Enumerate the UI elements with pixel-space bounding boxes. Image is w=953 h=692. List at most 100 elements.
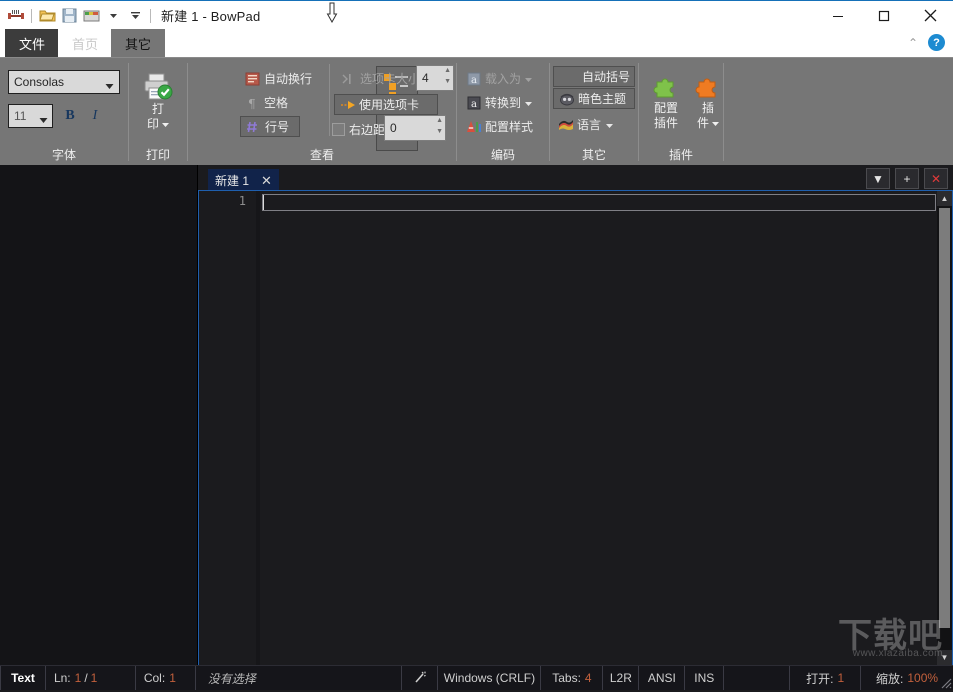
close-icon[interactable]: ✕ (261, 173, 272, 189)
close-tab-button[interactable]: ✕ (924, 168, 948, 189)
minimize-button[interactable] (815, 1, 861, 30)
italic-button[interactable]: I (85, 106, 105, 126)
window-controls (815, 1, 953, 30)
chevron-down-icon[interactable] (525, 72, 533, 86)
gutter-edge (256, 191, 260, 665)
tabs-dropdown-icon[interactable] (102, 5, 124, 27)
chevron-down-icon[interactable] (105, 79, 114, 93)
chevron-down-icon[interactable] (162, 117, 169, 132)
ribbon-group-other: 自动括号 暗色主题 语言 其它 (550, 58, 638, 166)
scroll-down-arrow-icon[interactable]: ▼ (937, 650, 952, 665)
dark-theme-toggle[interactable]: 暗色主题 (553, 88, 635, 109)
help-icon[interactable]: ? (928, 34, 945, 51)
configure-plugins-button[interactable]: 配置 插件 (642, 67, 690, 131)
status-ln-total: 1 (90, 671, 98, 685)
magic-wand-icon (413, 670, 427, 687)
stepper-arrows-icon[interactable]: ▲ ▼ (436, 117, 443, 135)
status-insert-mode[interactable]: INS (685, 666, 725, 690)
puzzle-piece-green-icon (651, 67, 681, 101)
tab-size-stepper[interactable]: 4 ▲ ▼ (416, 65, 454, 91)
chevron-down-icon[interactable] (525, 96, 533, 110)
status-tool-icon[interactable] (402, 666, 439, 690)
vertical-scrollbar[interactable]: ▲ ▼ (937, 191, 952, 665)
line-numbers-label: 行号 (265, 120, 290, 134)
status-line[interactable]: Ln: 1 / 1 (46, 666, 136, 690)
ribbon-tab-file[interactable]: 文件 (5, 29, 60, 57)
configure-plugins-label-2: 插件 (653, 116, 678, 130)
file-tree-panel[interactable] (0, 165, 198, 666)
status-col-value: 1 (169, 671, 176, 685)
hash-icon (245, 119, 262, 135)
print-button[interactable]: 打 印 (134, 68, 182, 132)
document-tab[interactable]: 新建 1 ✕ (208, 169, 279, 192)
open-file-icon[interactable] (36, 5, 58, 27)
right-margin-stepper[interactable]: 0 ▲ ▼ (384, 115, 446, 141)
status-open-count[interactable]: 打开: 1 (790, 666, 862, 690)
scrollbar-thumb[interactable] (939, 208, 950, 628)
language-button[interactable]: 语言 (553, 114, 635, 135)
qat-separator-1 (31, 8, 32, 23)
status-tabs-value: 4 (584, 671, 592, 685)
tab-arrow-icon (340, 71, 357, 87)
config-style-button[interactable]: 配置样式 (461, 116, 547, 137)
auto-brackets-label: 自动括号 (581, 70, 630, 84)
qat-separator-2 (150, 8, 151, 23)
print-label-line2: 印 (146, 117, 159, 131)
save-icon[interactable] (58, 5, 80, 27)
svg-text:¶: ¶ (248, 97, 256, 110)
text-editor[interactable]: 1 ▲ ▼ (198, 190, 953, 666)
load-as-button[interactable]: a 载入为 (461, 68, 547, 89)
status-doc-type[interactable]: Text (0, 666, 46, 690)
stepper-arrows-icon[interactable]: ▲ ▼ (444, 67, 451, 85)
mouse-cursor-icon (325, 1, 339, 24)
tab-size-value: 4 (422, 71, 429, 85)
close-button[interactable] (907, 1, 953, 30)
use-tabs-label: 使用选项卡 (359, 98, 420, 112)
ribbon-tab-other[interactable]: 其它 (111, 29, 166, 57)
font-size-value: 11 (14, 109, 27, 123)
printer-icon (141, 68, 175, 102)
use-tabs-toggle[interactable]: 使用选项卡 (334, 94, 438, 115)
status-selection[interactable]: 没有选择 (196, 666, 403, 690)
convert-to-button[interactable]: a 转换到 (461, 92, 547, 113)
ribbon-right-controls: ⌃ ? (908, 34, 945, 51)
right-margin-checkbox[interactable] (332, 123, 345, 136)
status-eol[interactable]: Windows (CRLF) (438, 666, 542, 690)
print-label-line1: 打 (151, 102, 164, 116)
status-open-label: 打开: (806, 671, 834, 686)
font-family-combobox[interactable]: Consolas (8, 70, 120, 94)
chevron-down-icon[interactable] (712, 116, 719, 131)
bowpad-window: 新建 1 - BowPad 文件 首页 其它 ⌃ ? Consolas 11 B… (0, 0, 953, 690)
status-open-value: 1 (837, 671, 845, 685)
whitespace-toggle[interactable]: ¶ 空格 (240, 92, 318, 113)
chevron-down-icon[interactable] (39, 113, 48, 127)
chevron-down-icon[interactable] (606, 118, 614, 132)
arrow-right-icon (339, 97, 356, 113)
status-bar: Text Ln: 1 / 1 Col: 1 没有选择 Windows (CRLF… (0, 665, 953, 690)
resize-grip-icon[interactable] (938, 675, 952, 689)
line-numbers-toggle[interactable]: 行号 (240, 116, 300, 137)
style-palette-icon (465, 119, 482, 135)
bowpad-logo-icon[interactable] (5, 5, 27, 27)
status-encoding[interactable]: ANSI (639, 666, 686, 690)
line-number-gutter: 1 (199, 191, 256, 665)
font-size-combobox[interactable]: 11 (8, 104, 53, 128)
qat-more-icon[interactable] (124, 5, 146, 27)
status-tabs[interactable]: Tabs: 4 (541, 666, 604, 690)
plugins-button[interactable]: 插 件 (684, 67, 732, 131)
status-direction[interactable]: L2R (603, 666, 640, 690)
tabs-icon[interactable] (80, 5, 102, 27)
maximize-button[interactable] (861, 1, 907, 30)
bold-button[interactable]: B (60, 106, 80, 126)
collapse-ribbon-icon[interactable]: ⌃ (908, 37, 918, 49)
status-ln-label: Ln: (53, 671, 71, 685)
word-wrap-toggle[interactable]: 自动换行 (240, 68, 318, 89)
auto-brackets-toggle[interactable]: 自动括号 (553, 66, 635, 87)
scroll-up-arrow-icon[interactable]: ▲ (937, 191, 952, 206)
ribbon-tab-home[interactable]: 首页 (58, 29, 113, 57)
tab-list-dropdown-button[interactable]: ▼ (866, 168, 890, 189)
status-column[interactable]: Col: 1 (136, 666, 196, 690)
line-number: 1 (238, 194, 246, 208)
status-col-label: Col: (143, 671, 166, 685)
new-tab-button[interactable]: + (895, 168, 919, 189)
